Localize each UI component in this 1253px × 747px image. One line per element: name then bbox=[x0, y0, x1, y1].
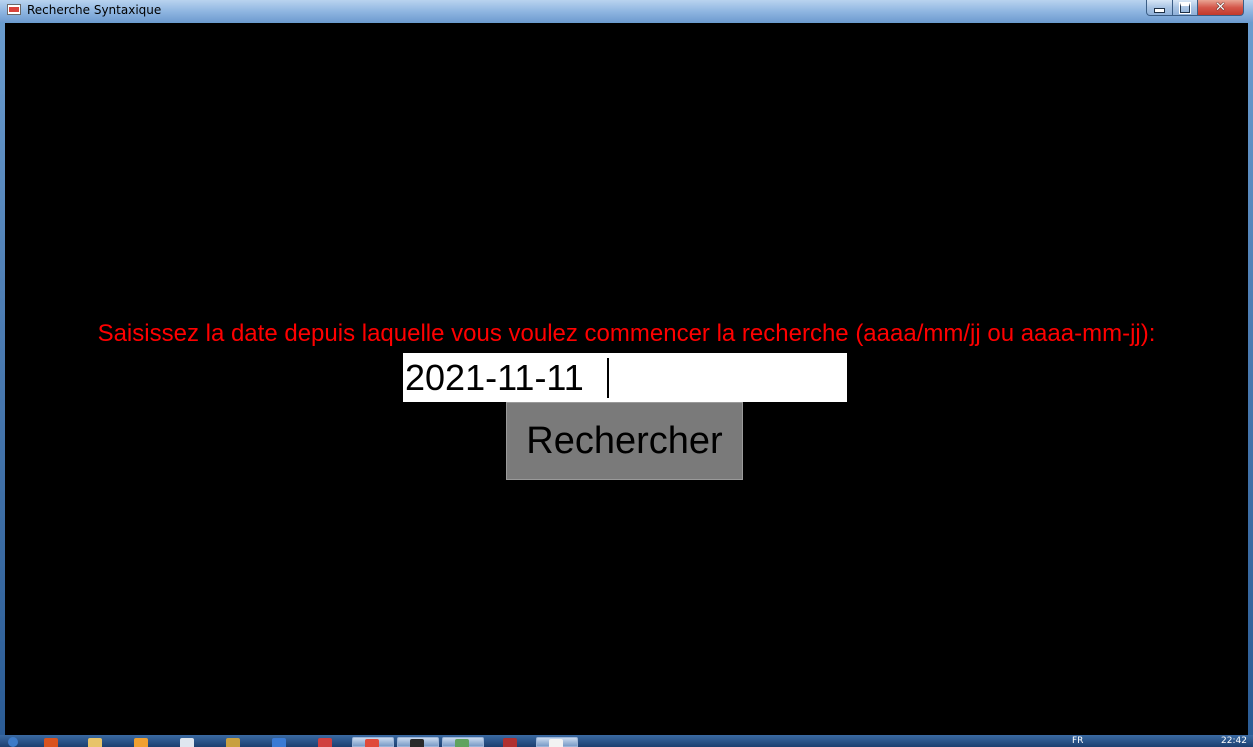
terminal-icon bbox=[410, 739, 424, 747]
minimize-button[interactable] bbox=[1146, 0, 1173, 16]
vs-icon[interactable] bbox=[272, 738, 286, 747]
date-input[interactable] bbox=[403, 353, 847, 402]
language-indicator[interactable]: FR bbox=[1072, 736, 1083, 746]
taskbar-button-network[interactable] bbox=[442, 737, 484, 747]
taskbar: FR 22:42 bbox=[0, 735, 1253, 747]
folder-icon[interactable] bbox=[88, 738, 102, 747]
maximize-button[interactable] bbox=[1172, 0, 1198, 16]
text-caret bbox=[607, 358, 609, 398]
start-orb-icon[interactable] bbox=[8, 737, 18, 747]
recherche-window-icon bbox=[549, 739, 563, 747]
search-button[interactable]: Rechercher bbox=[506, 402, 743, 480]
media-icon[interactable] bbox=[134, 738, 148, 747]
taskbar-button-recherche[interactable] bbox=[536, 737, 578, 747]
maximize-icon bbox=[1179, 1, 1191, 14]
app-icon[interactable] bbox=[7, 4, 21, 15]
main-content: Saisissez la date depuis laquelle vous v… bbox=[5, 23, 1248, 735]
app-red-icon[interactable] bbox=[503, 738, 517, 747]
window-title: Recherche Syntaxique bbox=[27, 3, 162, 17]
date-prompt-label: Saisissez la date depuis laquelle vous v… bbox=[97, 320, 1156, 347]
minimize-icon bbox=[1154, 7, 1165, 13]
network-icon bbox=[455, 739, 469, 747]
document-icon[interactable] bbox=[180, 738, 194, 747]
mail-icon[interactable] bbox=[318, 738, 332, 747]
application-window: Recherche Syntaxique ✕ Saisissez la date… bbox=[0, 0, 1253, 735]
taskbar-clock[interactable]: 22:42 bbox=[1221, 736, 1247, 746]
close-icon: ✕ bbox=[1215, 0, 1226, 15]
title-bar[interactable]: Recherche Syntaxique ✕ bbox=[0, 0, 1253, 22]
taskbar-button-chrome[interactable] bbox=[352, 737, 394, 747]
app-icon-taskbar[interactable] bbox=[226, 738, 240, 747]
taskbar-button-terminal[interactable] bbox=[397, 737, 439, 747]
chrome-icon bbox=[365, 739, 379, 747]
firefox-icon[interactable] bbox=[44, 738, 58, 747]
close-button[interactable]: ✕ bbox=[1197, 0, 1244, 16]
